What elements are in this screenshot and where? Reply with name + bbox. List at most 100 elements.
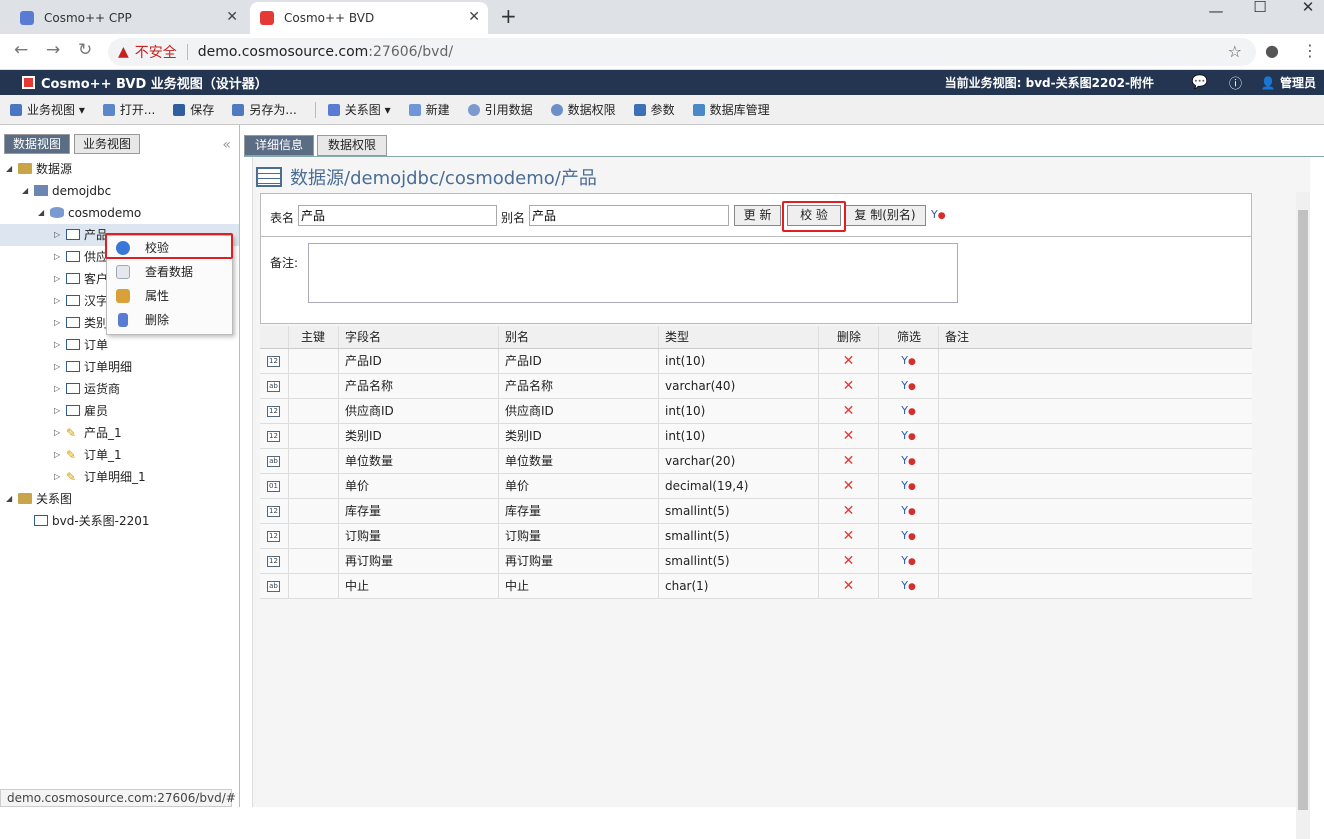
delete-icon[interactable]: ✕: [819, 524, 879, 548]
remark-cell[interactable]: [939, 474, 1252, 498]
info-icon[interactable]: ⓘ: [1229, 73, 1242, 92]
remark-cell[interactable]: [939, 524, 1252, 548]
table-row[interactable]: ab 产品名称 产品名称 varchar(40) ✕ Y●: [260, 374, 1252, 399]
filter-icon[interactable]: Y: [901, 529, 908, 542]
delete-icon[interactable]: ✕: [819, 349, 879, 373]
tree-node[interactable]: ▷ 订单: [0, 334, 239, 356]
relation-menu[interactable]: 关系图 ▾: [327, 101, 391, 118]
menu-dots-icon[interactable]: ⋮: [1302, 41, 1318, 60]
tree-node[interactable]: ◢ cosmodemo: [0, 202, 239, 224]
browser-tab-cpp[interactable]: Cosmo++ CPP ✕: [10, 2, 246, 34]
filter-icon[interactable]: Y: [901, 354, 908, 367]
bookmark-star-icon[interactable]: ☆: [1228, 42, 1242, 61]
remark-cell[interactable]: [939, 374, 1252, 398]
tree-node[interactable]: ▷ 运货商: [0, 378, 239, 400]
expand-arrow-icon[interactable]: ▷: [54, 422, 60, 444]
expand-arrow-icon[interactable]: ◢: [6, 488, 12, 510]
context-menu-item-view-data[interactable]: 查看数据: [107, 260, 232, 284]
table-row[interactable]: 12 库存量 库存量 smallint(5) ✕ Y●: [260, 499, 1252, 524]
close-tab-icon[interactable]: ✕: [468, 9, 480, 25]
primary-key-cell[interactable]: [289, 499, 339, 523]
copy-alias-button[interactable]: 复 制(别名): [844, 205, 926, 226]
delete-icon[interactable]: ✕: [819, 399, 879, 423]
alias-cell[interactable]: 单位数量: [499, 449, 659, 473]
filter-icon[interactable]: Y: [901, 504, 908, 517]
forward-icon[interactable]: →: [46, 40, 60, 60]
ref-data-button[interactable]: 引用数据: [467, 101, 533, 118]
alias-cell[interactable]: 库存量: [499, 499, 659, 523]
alias-input[interactable]: [529, 205, 729, 226]
expand-arrow-icon[interactable]: ▷: [54, 224, 60, 246]
alias-cell[interactable]: 供应商ID: [499, 399, 659, 423]
delete-icon[interactable]: ✕: [819, 574, 879, 598]
reload-icon[interactable]: ↻: [78, 40, 92, 60]
expand-arrow-icon[interactable]: ◢: [22, 180, 28, 202]
vertical-scrollbar[interactable]: [1296, 192, 1310, 839]
open-button[interactable]: 打开...: [102, 101, 155, 118]
filter-cell[interactable]: Y●: [879, 574, 939, 598]
table-row[interactable]: 12 类别ID 类别ID int(10) ✕ Y●: [260, 424, 1252, 449]
remark-cell[interactable]: [939, 399, 1252, 423]
alias-cell[interactable]: 再订购量: [499, 549, 659, 573]
delete-icon[interactable]: ✕: [819, 474, 879, 498]
filter-cell[interactable]: Y●: [879, 449, 939, 473]
alias-cell[interactable]: 产品ID: [499, 349, 659, 373]
table-row[interactable]: 12 供应商ID 供应商ID int(10) ✕ Y●: [260, 399, 1252, 424]
tree-node[interactable]: ◢ demojdbc: [0, 180, 239, 202]
primary-key-cell[interactable]: [289, 574, 339, 598]
remark-cell[interactable]: [939, 349, 1252, 373]
primary-key-cell[interactable]: [289, 424, 339, 448]
alias-cell[interactable]: 产品名称: [499, 374, 659, 398]
primary-key-cell[interactable]: [289, 449, 339, 473]
tree-node[interactable]: bvd-关系图-2201: [0, 510, 239, 532]
tree-node[interactable]: ▷ 订单明细: [0, 356, 239, 378]
delete-icon[interactable]: ✕: [819, 549, 879, 573]
expand-arrow-icon[interactable]: ▷: [54, 356, 60, 378]
expand-arrow-icon[interactable]: ▷: [54, 466, 60, 488]
field-name-cell[interactable]: 单价: [339, 474, 499, 498]
filter-cell[interactable]: Y●: [879, 424, 939, 448]
url-input[interactable]: ▲ 不安全 demo.cosmosource.com:27606/bvd/ ☆: [108, 38, 1256, 66]
alias-cell[interactable]: 中止: [499, 574, 659, 598]
primary-key-cell[interactable]: [289, 349, 339, 373]
expand-arrow-icon[interactable]: ▷: [54, 268, 60, 290]
remark-cell[interactable]: [939, 499, 1252, 523]
business-view-menu[interactable]: 业务视图 ▾: [10, 101, 85, 118]
tree-node[interactable]: ▷ 雇员: [0, 400, 239, 422]
field-name-cell[interactable]: 类别ID: [339, 424, 499, 448]
primary-key-cell[interactable]: [289, 374, 339, 398]
delete-icon[interactable]: ✕: [819, 499, 879, 523]
tree-node[interactable]: ◢ 关系图: [0, 488, 239, 510]
scrollbar-thumb[interactable]: [1298, 210, 1308, 810]
user-menu[interactable]: 👤 管理员: [1261, 74, 1316, 91]
delete-icon[interactable]: ✕: [819, 374, 879, 398]
data-permission-button[interactable]: 数据权限: [550, 101, 616, 118]
filter-cell[interactable]: Y●: [879, 349, 939, 373]
filter-icon[interactable]: Y: [901, 429, 908, 442]
db-manage-button[interactable]: 数据库管理: [692, 101, 770, 118]
tab-business-view[interactable]: 业务视图: [74, 134, 141, 154]
new-tab-icon[interactable]: +: [500, 4, 517, 28]
field-name-cell[interactable]: 中止: [339, 574, 499, 598]
expand-arrow-icon[interactable]: ◢: [38, 202, 44, 224]
field-name-cell[interactable]: 库存量: [339, 499, 499, 523]
maximize-icon[interactable]: ☐: [1240, 0, 1280, 15]
primary-key-cell[interactable]: [289, 474, 339, 498]
alias-cell[interactable]: 类别ID: [499, 424, 659, 448]
param-button[interactable]: 参数: [633, 101, 675, 118]
expand-arrow-icon[interactable]: ◢: [6, 158, 12, 180]
delete-icon[interactable]: ✕: [819, 449, 879, 473]
filter-icon[interactable]: Y: [901, 379, 908, 392]
expand-arrow-icon[interactable]: ▷: [54, 378, 60, 400]
filter-cell[interactable]: Y●: [879, 399, 939, 423]
context-menu-item-property[interactable]: 属性: [107, 284, 232, 308]
browser-tab-bvd[interactable]: Cosmo++ BVD ✕: [250, 2, 488, 34]
primary-key-cell[interactable]: [289, 399, 339, 423]
primary-key-cell[interactable]: [289, 549, 339, 573]
field-name-cell[interactable]: 再订购量: [339, 549, 499, 573]
table-row[interactable]: ab 单位数量 单位数量 varchar(20) ✕ Y●: [260, 449, 1252, 474]
table-row[interactable]: 12 产品ID 产品ID int(10) ✕ Y●: [260, 349, 1252, 374]
expand-arrow-icon[interactable]: ▷: [54, 444, 60, 466]
profile-icon[interactable]: ●: [1265, 41, 1279, 60]
tree-node[interactable]: ◢ 数据源: [0, 158, 239, 180]
